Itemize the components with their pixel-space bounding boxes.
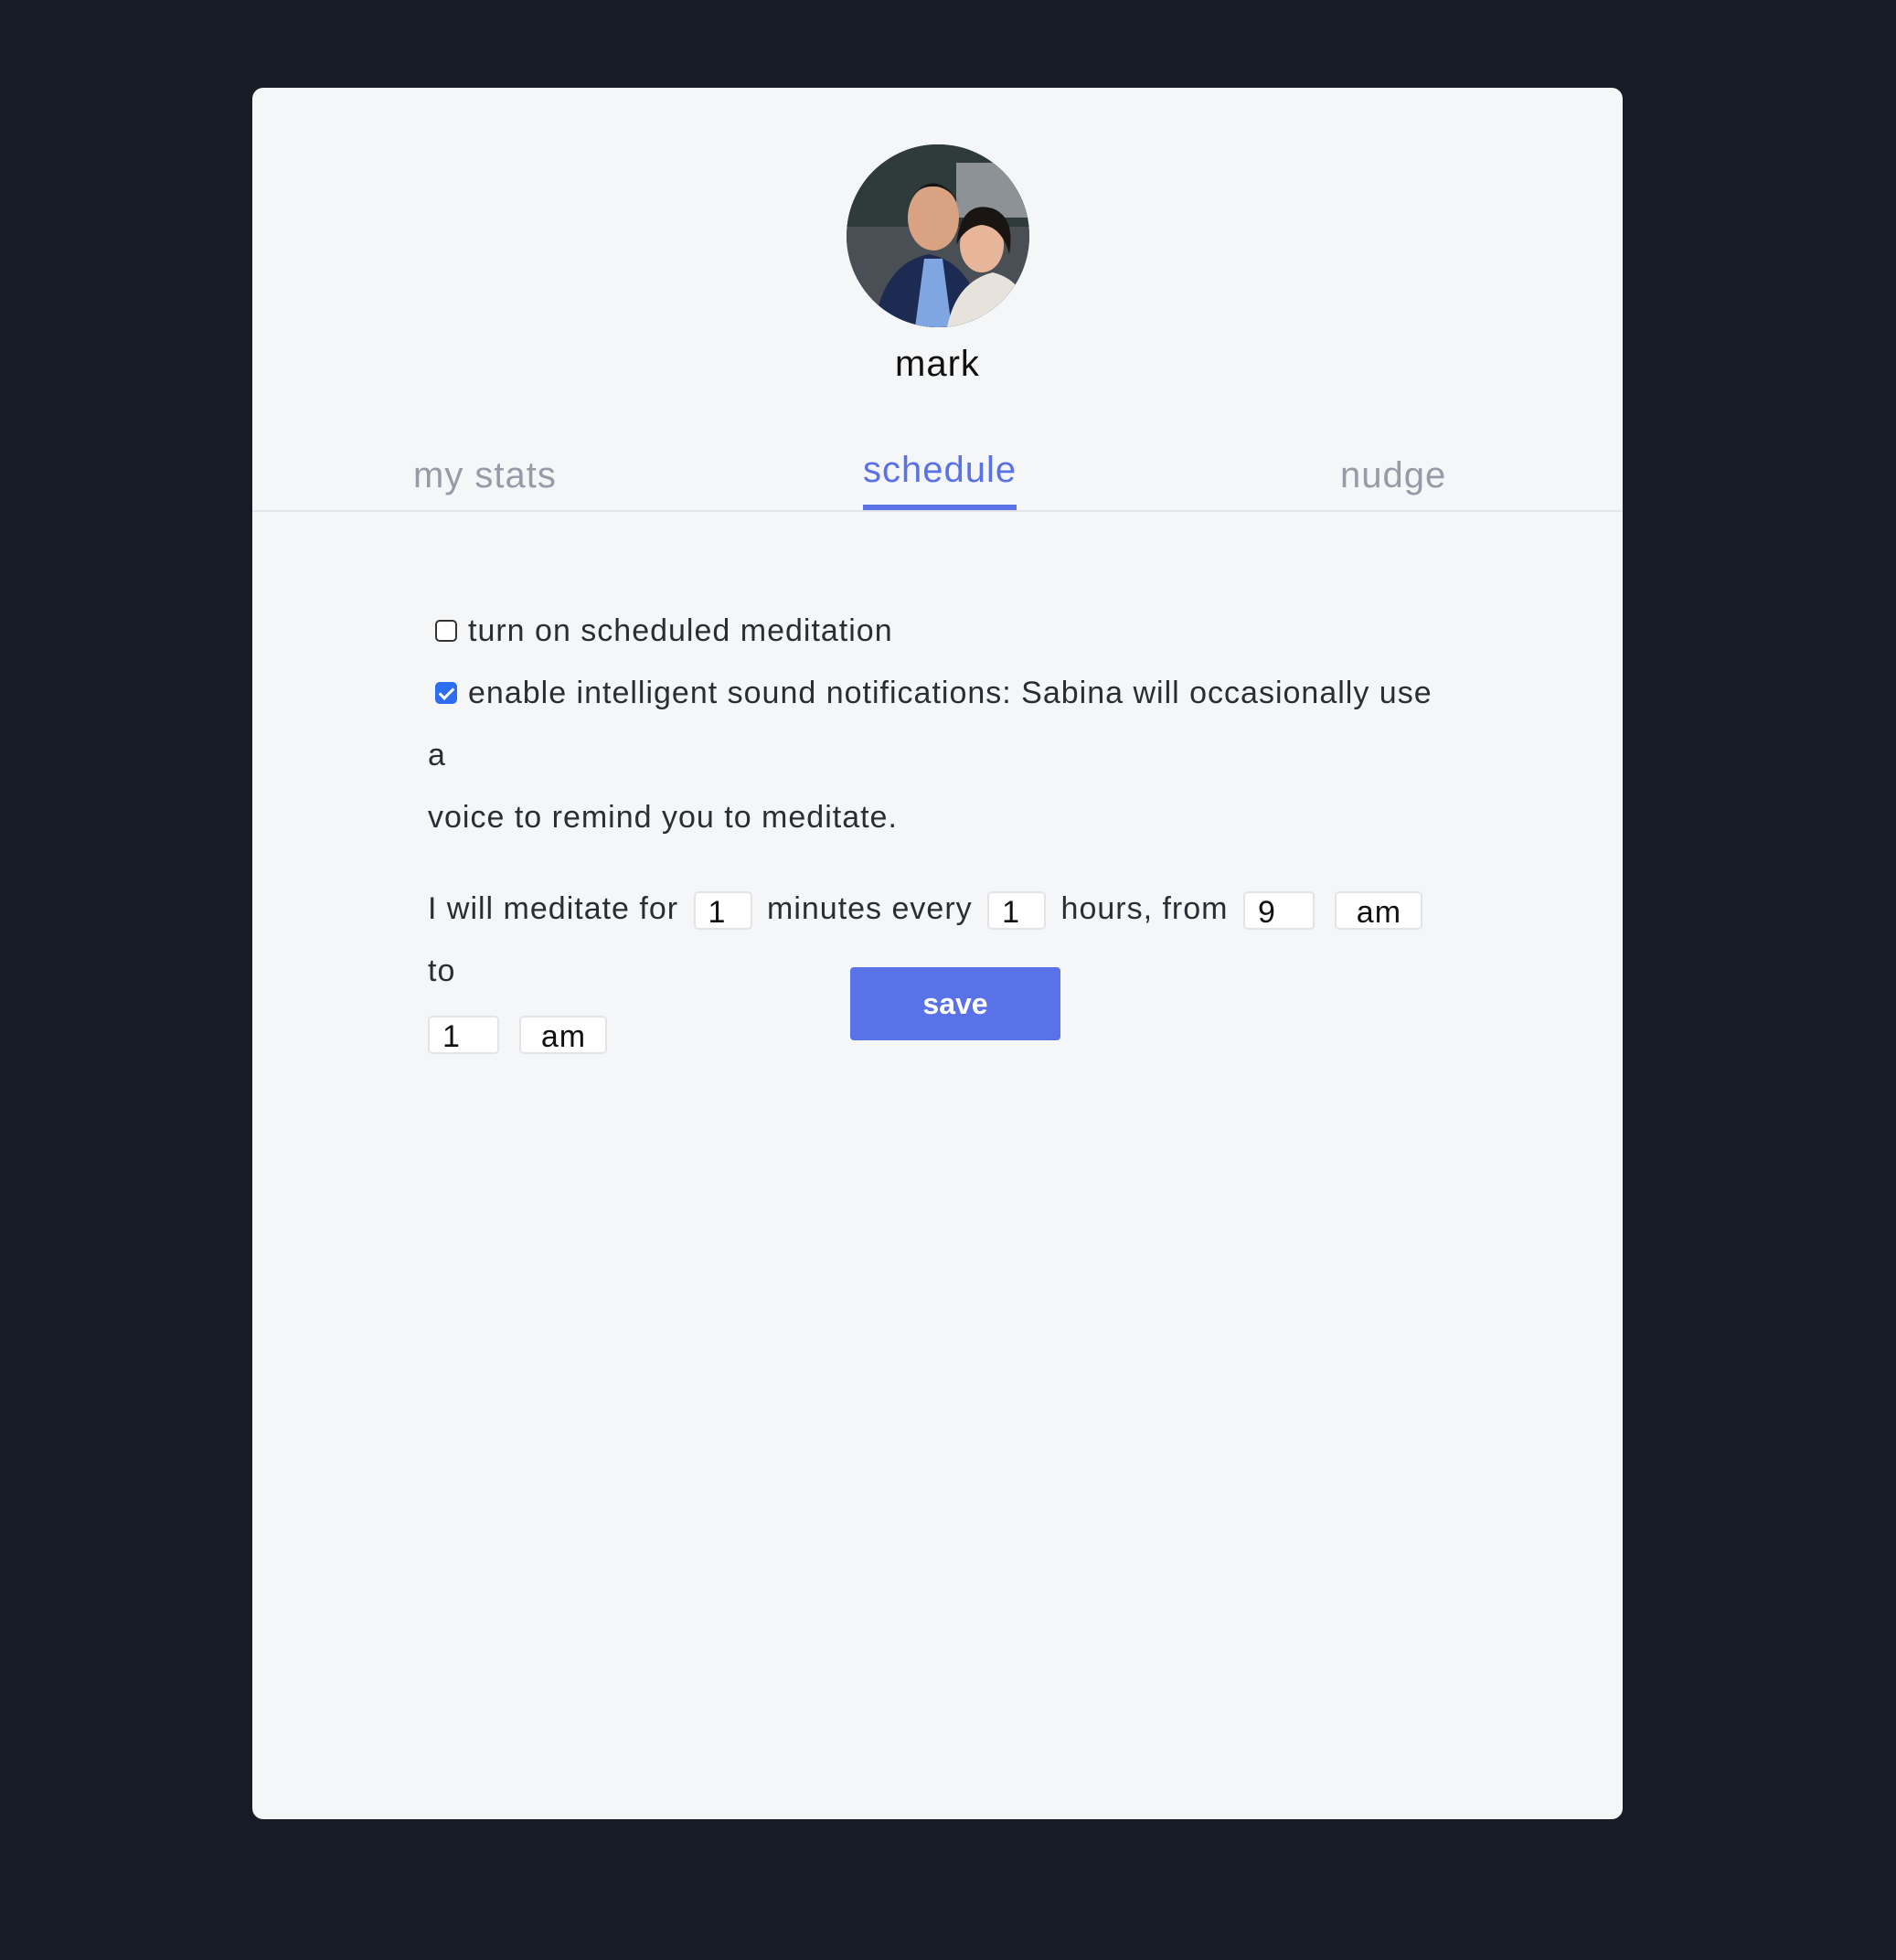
sound-notifications-checkbox[interactable] xyxy=(435,682,457,705)
minutes-input[interactable]: 1 xyxy=(693,891,752,931)
to-hour-input[interactable]: 1 xyxy=(428,1016,499,1055)
from-hour-input[interactable]: 9 xyxy=(1242,891,1315,931)
sound-notifications-label-cont: voice to remind you to meditate. xyxy=(428,800,898,835)
avatar-photo xyxy=(847,144,1029,327)
scheduled-meditation-row: turn on scheduled meditation xyxy=(428,600,1433,662)
from-ampm-select[interactable]: am xyxy=(1335,891,1423,931)
schedule-text-2: minutes every xyxy=(767,891,973,926)
to-ampm-select[interactable]: am xyxy=(519,1016,608,1055)
tab-schedule[interactable]: schedule xyxy=(863,444,1017,510)
scheduled-meditation-checkbox[interactable] xyxy=(435,620,457,643)
tab-schedule-label: schedule xyxy=(863,450,1017,490)
save-button[interactable]: save xyxy=(850,967,1060,1040)
hours-interval-input[interactable]: 1 xyxy=(987,891,1047,931)
schedule-text-4: to xyxy=(428,953,456,988)
schedule-text-1: I will meditate for xyxy=(428,891,679,926)
tab-bar: my stats schedule nudge xyxy=(252,444,1623,512)
sound-notifications-label: enable intelligent sound notifications: … xyxy=(428,676,1433,772)
scheduled-meditation-label: turn on scheduled meditation xyxy=(468,613,893,648)
schedule-text-3: hours, from xyxy=(1060,891,1229,926)
username: mark xyxy=(895,344,980,384)
active-tab-indicator xyxy=(863,505,1017,510)
sound-notifications-row: enable intelligent sound notifications: … xyxy=(428,662,1433,786)
tab-my-stats[interactable]: my stats xyxy=(413,450,557,516)
profile-card: mark my stats schedule nudge turn on sch… xyxy=(252,88,1623,1819)
tab-nudge[interactable]: nudge xyxy=(1340,450,1446,516)
avatar xyxy=(847,144,1029,327)
